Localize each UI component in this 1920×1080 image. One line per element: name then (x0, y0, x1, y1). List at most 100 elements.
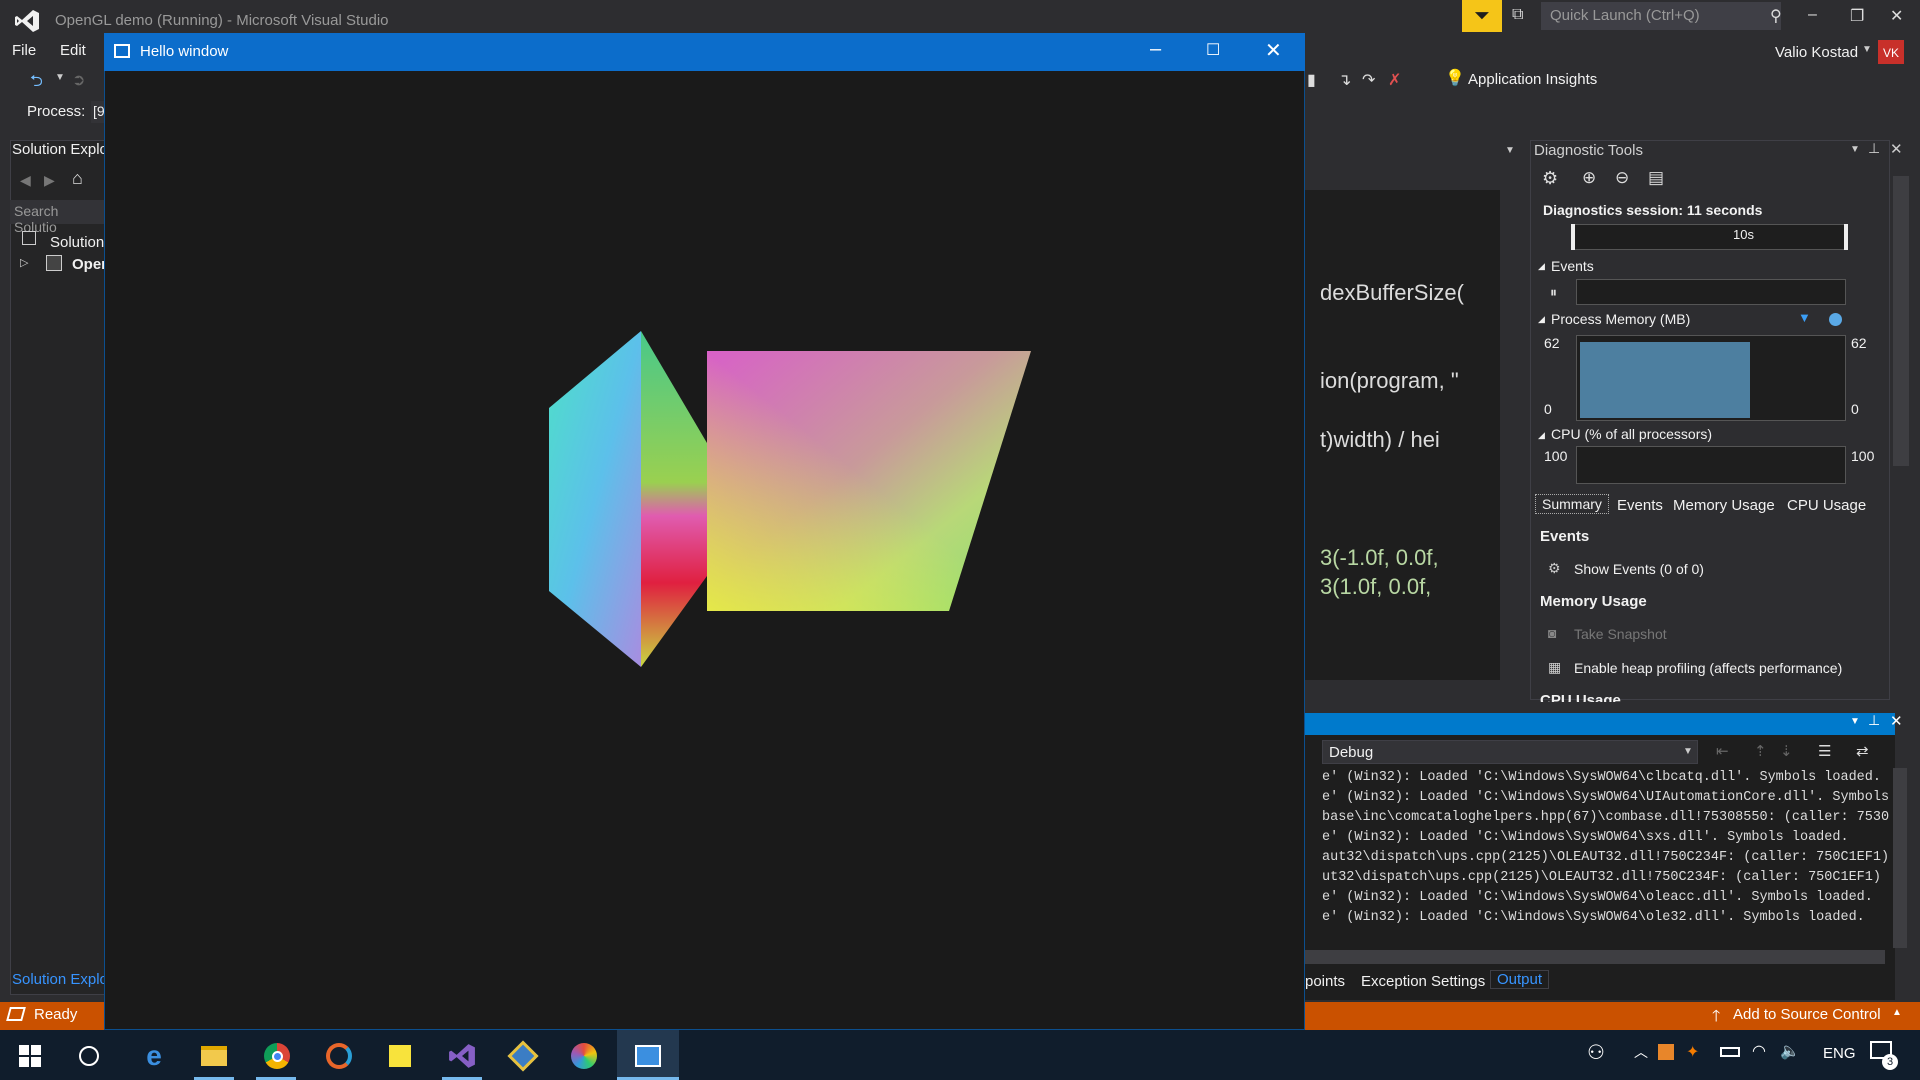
chrome-icon[interactable] (261, 1040, 293, 1072)
paint-app-icon[interactable] (568, 1040, 600, 1072)
step-over-icon[interactable]: ↷ (1362, 70, 1375, 90)
source-chevron-up-icon[interactable]: ▲ (1892, 1007, 1902, 1018)
output-close-icon[interactable]: ✕ (1890, 712, 1903, 730)
volume-icon[interactable]: 🔈 (1780, 1041, 1800, 1061)
user-chevron-down-icon[interactable]: ▼ (1862, 44, 1872, 55)
diag-close-icon[interactable]: ✕ (1890, 140, 1903, 158)
hello-close-button[interactable]: ✕ (1265, 38, 1282, 63)
next-message-icon[interactable]: ⇣ (1780, 742, 1793, 760)
settings-gear-icon[interactable]: ⚙ (1542, 168, 1558, 189)
project-node[interactable]: Oper (72, 256, 107, 273)
vs-minimize-button[interactable]: – (1808, 6, 1817, 24)
hello-minimize-button[interactable]: – (1150, 38, 1161, 61)
notification-flag-icon[interactable]: ⏷ (1462, 0, 1502, 32)
upload-arrow-icon[interactable]: 🡑 (1712, 1005, 1720, 1032)
output-vscrollbar[interactable] (1893, 768, 1907, 948)
tab-memory-usage[interactable]: Memory Usage (1673, 497, 1775, 514)
take-snapshot-button[interactable]: Take Snapshot (1574, 626, 1667, 642)
select-chevron-down-icon[interactable]: ▼ (1683, 746, 1693, 757)
zoom-out-icon[interactable]: ⊖ (1615, 168, 1629, 188)
tab-output[interactable]: Output (1490, 970, 1550, 989)
avatar[interactable]: VK (1878, 40, 1904, 66)
code-line: dexBufferSize( (1320, 280, 1464, 305)
step-icon[interactable]: ↴ (1338, 70, 1351, 90)
diag-dropdown-icon[interactable]: ▼ (1850, 144, 1860, 155)
enable-heap-profiling-button[interactable]: Enable heap profiling (affects performan… (1574, 660, 1842, 676)
user-name[interactable]: Valio Kostad (1775, 44, 1858, 61)
output-text[interactable]: e' (Win32): Loaded 'C:\Windows\SysWOW64\… (1322, 768, 1890, 926)
hello-window-title-bar[interactable] (104, 33, 1305, 71)
sync-app-icon[interactable] (323, 1040, 355, 1072)
windows-start-icon[interactable] (14, 1040, 46, 1072)
people-icon[interactable]: ⚇ (1587, 1040, 1605, 1065)
output-source-select[interactable]: Debug (1322, 740, 1698, 764)
tray-chevron-up-icon[interactable]: ︿ (1634, 1042, 1648, 1062)
visual-studio-taskbar-icon[interactable] (446, 1040, 478, 1072)
collapse-icon[interactable]: ◢ (1538, 430, 1545, 441)
git-app-icon[interactable] (507, 1040, 539, 1072)
home-icon[interactable]: ⌂ (72, 168, 83, 189)
solution-node[interactable]: Solution (50, 234, 104, 251)
feedback-icon[interactable]: ⧉ (1512, 6, 1523, 24)
collapse-icon[interactable]: ◢ (1538, 314, 1545, 325)
show-events-link[interactable]: Show Events (0 of 0) (1574, 561, 1704, 577)
back-icon[interactable]: ⮌ (30, 70, 43, 97)
search-icon[interactable]: ⚲ (1770, 6, 1782, 26)
clear-all-icon[interactable]: ☰ (1818, 742, 1831, 760)
stop-step-icon[interactable]: ✗ (1388, 70, 1401, 90)
output-dropdown-icon[interactable]: ▼ (1850, 716, 1860, 727)
tab-summary[interactable]: Summary (1535, 494, 1609, 514)
zoom-in-icon[interactable]: ⊕ (1582, 168, 1596, 188)
tab-events[interactable]: Events (1617, 497, 1663, 514)
timeline-start-handle[interactable] (1571, 224, 1575, 250)
select-tools-icon[interactable]: ▤ (1648, 168, 1664, 188)
output-hscrollbar[interactable] (1305, 950, 1885, 964)
editor-dropdown-icon[interactable]: ▼ (1505, 145, 1515, 156)
events-track[interactable] (1576, 279, 1846, 305)
editor-scrollbar[interactable] (1502, 190, 1517, 680)
timeline-end-handle[interactable] (1844, 224, 1848, 250)
hello-maximize-button[interactable]: ☐ (1206, 40, 1220, 60)
prev-message-icon[interactable]: ⇡ (1754, 742, 1767, 760)
menu-file[interactable]: File (12, 42, 36, 59)
diag-scrollbar[interactable] (1893, 176, 1909, 466)
cpu-axis-max-left: 100 (1544, 448, 1568, 464)
forward-icon[interactable]: ➲ (72, 70, 85, 90)
add-to-source-control-button[interactable]: Add to Source Control (1733, 1006, 1881, 1023)
language-indicator[interactable]: ENG (1823, 1045, 1856, 1062)
sol-forward-icon[interactable]: ▶ (44, 172, 55, 189)
vs-restore-button[interactable]: ❐ (1850, 6, 1864, 26)
vs-close-button[interactable]: ✕ (1890, 6, 1903, 26)
menu-edit[interactable]: Edit (60, 42, 86, 59)
cortana-search-icon[interactable] (73, 1040, 105, 1072)
bookmark-icon[interactable]: ▮ (1307, 70, 1316, 90)
solution-search-input[interactable]: Search Solutio (10, 200, 105, 235)
wifi-icon[interactable]: ◠ (1752, 1041, 1766, 1061)
back-dropdown-icon[interactable]: ▼ (55, 72, 65, 83)
tray-app-icon[interactable] (1658, 1044, 1674, 1060)
sticky-notes-icon[interactable] (384, 1040, 416, 1072)
word-wrap-icon[interactable]: ⇄ (1856, 742, 1869, 760)
output-pin-icon[interactable]: ⊥ (1868, 712, 1880, 729)
tab-solution-explorer[interactable]: Solution Explo (12, 971, 108, 988)
output-line: e' (Win32): Loaded 'C:\Windows\SysWOW64\… (1322, 770, 1881, 785)
tab-breakpoints[interactable]: points (1305, 973, 1345, 990)
find-message-icon[interactable]: ⇤ (1716, 742, 1729, 760)
quick-launch-input[interactable]: Quick Launch (Ctrl+Q) (1541, 2, 1781, 30)
application-insights-button[interactable]: Application Insights (1468, 71, 1597, 88)
expand-chevron-icon[interactable]: ▷ (20, 256, 28, 269)
tray-fox-icon[interactable]: ✦ (1686, 1042, 1699, 1062)
tab-cpu-usage[interactable]: CPU Usage (1787, 497, 1866, 514)
cpu-graph[interactable] (1576, 446, 1846, 484)
battery-icon[interactable] (1720, 1047, 1740, 1057)
opengl-render-canvas[interactable] (104, 71, 1305, 1030)
edge-browser-icon[interactable]: e (138, 1040, 170, 1072)
tab-exception-settings[interactable]: Exception Settings (1361, 973, 1485, 990)
file-explorer-icon[interactable] (198, 1040, 230, 1072)
pin-icon[interactable]: ⊥ (1868, 140, 1880, 157)
pause-events-icon[interactable]: ⏸ (1550, 284, 1557, 301)
timeline-ruler[interactable] (1573, 224, 1848, 250)
collapse-icon[interactable]: ◢ (1538, 261, 1545, 272)
hello-window-taskbar-icon[interactable] (632, 1040, 664, 1072)
sol-back-icon[interactable]: ◀ (20, 172, 31, 189)
